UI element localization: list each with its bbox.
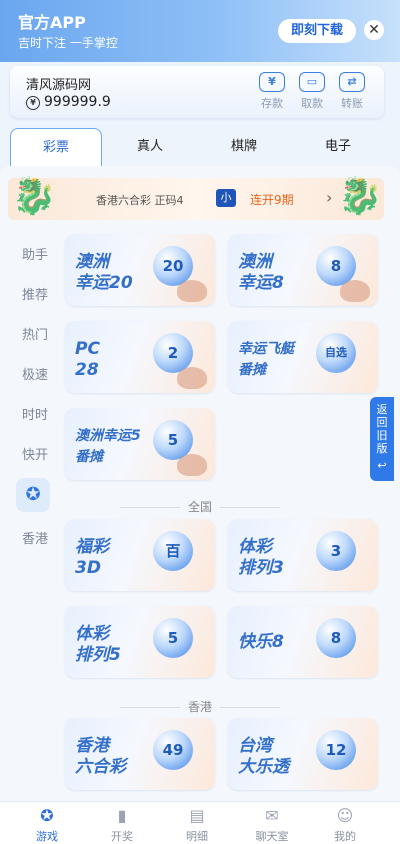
plus-icon [177,367,207,389]
boat-icon: 自选 [316,333,356,373]
rabbit-icon [177,454,207,476]
section-label-national: 全国 [0,498,400,515]
dolphin-icon [177,280,207,302]
account-balance: 999999.9 [44,94,111,110]
nav-details[interactable]: ▤ 明细 [167,806,227,844]
coin-icon: ¥ [26,96,40,110]
game-card-au-lucky8[interactable]: 澳洲 幸运8 8 [228,234,378,306]
tab-live[interactable]: 真人 [104,128,196,166]
card-icon: ▭ [299,72,325,92]
dragon-decoration-icon: 🐉 [11,176,57,217]
game-card-lucky-boat-fantan[interactable]: 幸运飞艇 番摊 自选 [228,321,378,393]
card-title: 澳洲 幸运20 [75,252,133,293]
nav-chat[interactable]: ✉ 聊天室 [242,806,302,844]
chevron-right-icon[interactable]: › [326,188,332,207]
deposit-label: 存款 [261,97,283,110]
side-menu-quick[interactable]: 快开 [10,444,60,463]
game-card-welfare-3d[interactable]: 福彩 3D 百 [65,519,215,591]
game-card-happy8[interactable]: 快乐8 8 [228,606,378,678]
bottom-navigation: ✪ 游戏 ▮ 开奖 ▤ 明细 ✉ 聊天室 ☺ 我的 [0,801,400,844]
back-old-label: 返回旧版 [376,403,388,455]
promo-badge: 小 [216,189,236,207]
game-card-au-lucky5-fantan[interactable]: 澳洲幸运5 番摊 5 [65,408,215,480]
nav-profile[interactable]: ☺ 我的 [315,806,375,844]
tab-electronic[interactable]: 电子 [292,128,384,166]
card-title: 福彩 3D [75,537,109,578]
promo-streak: 连开9期 [250,193,294,207]
close-icon[interactable]: ✕ [364,20,384,40]
nav-label: 开奖 [111,830,133,843]
card-title: 体彩 排列5 [75,624,121,665]
section-label-hongkong: 香港 [0,698,400,715]
side-menu-assistant[interactable]: 助手 [10,244,60,263]
card-title: PC 28 [75,339,100,380]
nav-label: 聊天室 [255,830,289,843]
nav-label: 明细 [186,830,208,843]
card-title: 澳洲 幸运8 [238,252,284,293]
kangaroo-icon [340,280,370,302]
nav-games[interactable]: ✪ 游戏 [17,806,77,844]
withdraw-label: 取款 [301,97,323,110]
promo-text: 香港六合彩 正码4 [96,194,184,207]
site-name: 清风源码网 [26,78,92,93]
game-icon: ✪ [40,806,54,825]
card-title: 香港 六合彩 [75,736,126,777]
tab-chess[interactable]: 棋牌 [198,128,290,166]
digit-wheel-icon: 百 [153,531,193,571]
game-card-hk-mark-six[interactable]: 香港 六合彩 49 [65,718,215,790]
side-menu-hongkong[interactable]: 香港 [10,528,60,547]
game-card-sports-pick3[interactable]: 体彩 排列3 3 [228,519,378,591]
nav-label: 游戏 [36,830,58,843]
transfer-icon: ⇄ [339,72,365,92]
chart-icon: ▮ [117,806,127,825]
lottery-ball-icon: 49 [153,730,193,770]
nav-label: 我的 [334,830,356,843]
transfer-label: 转账 [341,97,363,110]
card-title: 快乐8 [238,632,284,652]
game-card-au-lucky20[interactable]: 澳洲 幸运20 20 [65,234,215,306]
user-icon: ☺ [336,806,354,825]
number-five-icon: 5 [153,618,193,658]
side-menu-hot[interactable]: 热门 [10,324,60,343]
lottery-ball-icon: 8 [316,618,356,658]
document-icon: ▤ [189,806,205,825]
account-card: 清风源码网 ¥ 999999.9 ¥ 存款 ▭ 取款 ⇄ 转账 [10,66,384,118]
wallet-icon: ¥ [259,72,285,92]
tab-lottery[interactable]: 彩票 [10,128,102,166]
card-title: 台湾 大乐透 [238,736,289,777]
withdraw-button[interactable]: ▭ 取款 [294,72,330,111]
card-title: 体彩 排列3 [238,537,284,578]
game-card-pc28[interactable]: PC 28 2 [65,321,215,393]
card-title: 澳洲幸运5 番摊 [75,428,141,465]
side-menu-recommended[interactable]: 推荐 [10,284,60,303]
transfer-button[interactable]: ⇄ 转账 [334,72,370,111]
card-title: 幸运飞艇 番摊 [238,341,294,378]
dragon-decoration-icon: 🐉 [337,176,383,217]
draw-promo-bar[interactable]: 🐉 🐉 香港六合彩 正码4 小 连开9期 › [8,176,384,220]
back-to-old-version-button[interactable]: 返回旧版 ↩ [370,397,394,481]
banner-subtitle: 吉时下注 一手掌控 [18,36,118,50]
side-menu-timed[interactable]: 时时 [10,404,60,423]
game-card-sports-pick5[interactable]: 体彩 排列5 5 [65,606,215,678]
category-tabs: 彩票 真人 棋牌 电子 [0,128,400,168]
nav-results[interactable]: ▮ 开奖 [92,806,152,844]
download-app-button[interactable]: 即刻下载 [278,19,356,43]
chat-icon: ✉ [265,806,279,825]
side-menu-fast[interactable]: 极速 [10,364,60,383]
return-icon: ↩ [377,459,387,472]
deposit-button[interactable]: ¥ 存款 [254,72,290,111]
app-download-banner: 官方APP 吉时下注 一手掌控 即刻下载 ✕ [0,0,400,62]
game-card-tw-lotto[interactable]: 台湾 大乐透 12 [228,718,378,790]
number-three-icon: 3 [316,531,356,571]
lottery-ball-icon: 12 [316,730,356,770]
banner-title: 官方APP [18,13,86,32]
